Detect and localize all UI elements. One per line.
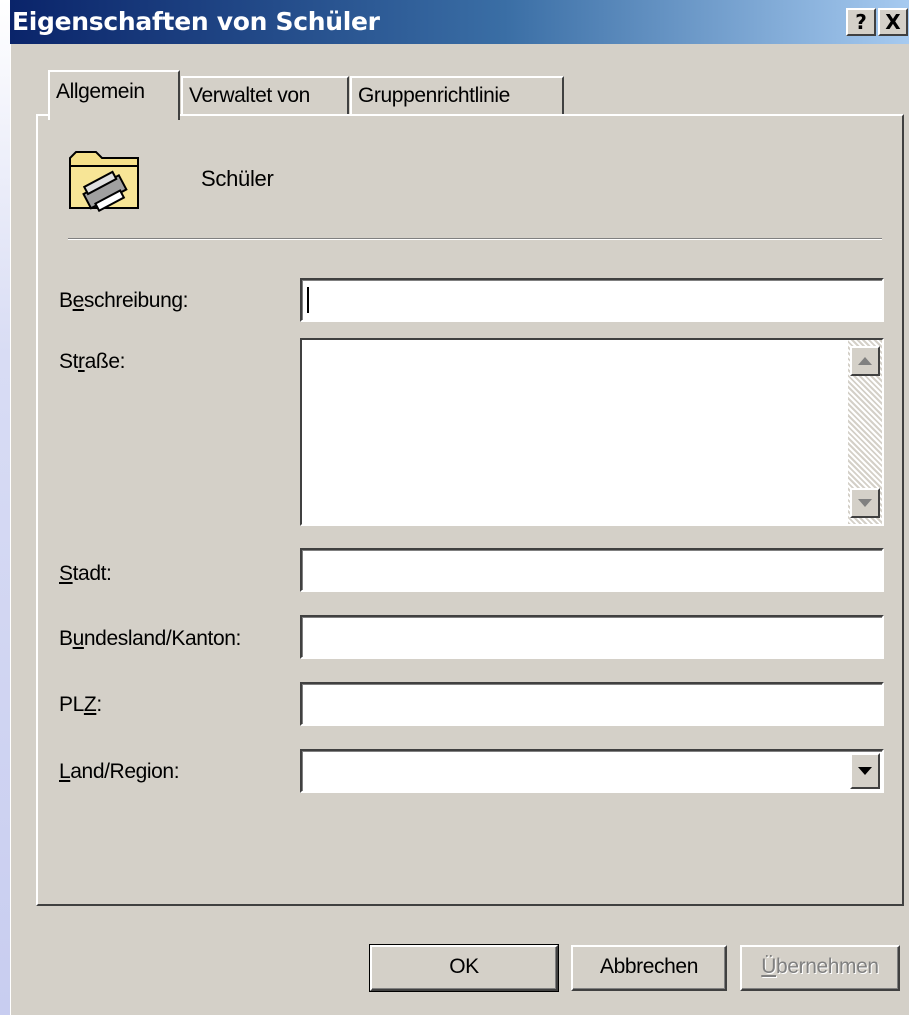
strasse-label: Straße:: [59, 350, 126, 373]
title-bar[interactable]: Eigenschaften von Schüler ? X: [10, 0, 909, 44]
tab-allgemein[interactable]: Allgemein: [48, 70, 180, 120]
plz-label: PLZ:: [59, 693, 102, 716]
land-region-dropdown[interactable]: [300, 749, 884, 793]
bundesland-field[interactable]: [300, 615, 884, 659]
strasse-textarea[interactable]: [300, 338, 884, 526]
ok-button[interactable]: OK: [369, 944, 559, 992]
stadt-field[interactable]: [300, 548, 884, 592]
organizational-unit-folder-icon: [69, 151, 139, 212]
arrow-up-icon: [858, 357, 872, 365]
cancel-button[interactable]: Abbrechen: [571, 945, 727, 991]
arrow-down-icon: [858, 499, 872, 507]
stadt-label: Stadt:: [59, 562, 112, 585]
object-name: Schüler: [201, 166, 274, 191]
scroll-down-button[interactable]: [850, 488, 880, 518]
plz-field[interactable]: [300, 682, 884, 726]
land-region-label: Land/Region:: [59, 760, 180, 783]
tab-verwaltet-von[interactable]: Verwaltet von: [181, 76, 349, 116]
separator: [68, 238, 882, 240]
strasse-scrollbar[interactable]: [848, 340, 882, 524]
dropdown-button[interactable]: [850, 753, 880, 789]
help-button[interactable]: ?: [846, 8, 876, 36]
bundesland-label: Bundesland/Kanton:: [59, 627, 241, 650]
close-button[interactable]: X: [878, 8, 908, 36]
window-title: Eigenschaften von Schüler: [12, 7, 380, 36]
properties-dialog: Eigenschaften von Schüler ? X Allgemein …: [10, 0, 909, 1015]
scroll-up-button[interactable]: [850, 346, 880, 376]
beschreibung-field[interactable]: [300, 278, 884, 322]
apply-button[interactable]: Übernehmen: [740, 945, 900, 991]
chevron-down-icon: [858, 767, 872, 775]
beschreibung-label: Beschreibung:: [59, 289, 189, 312]
tab-gruppenrichtlinie[interactable]: Gruppenrichtlinie: [350, 76, 564, 116]
text-caret: [307, 287, 309, 313]
